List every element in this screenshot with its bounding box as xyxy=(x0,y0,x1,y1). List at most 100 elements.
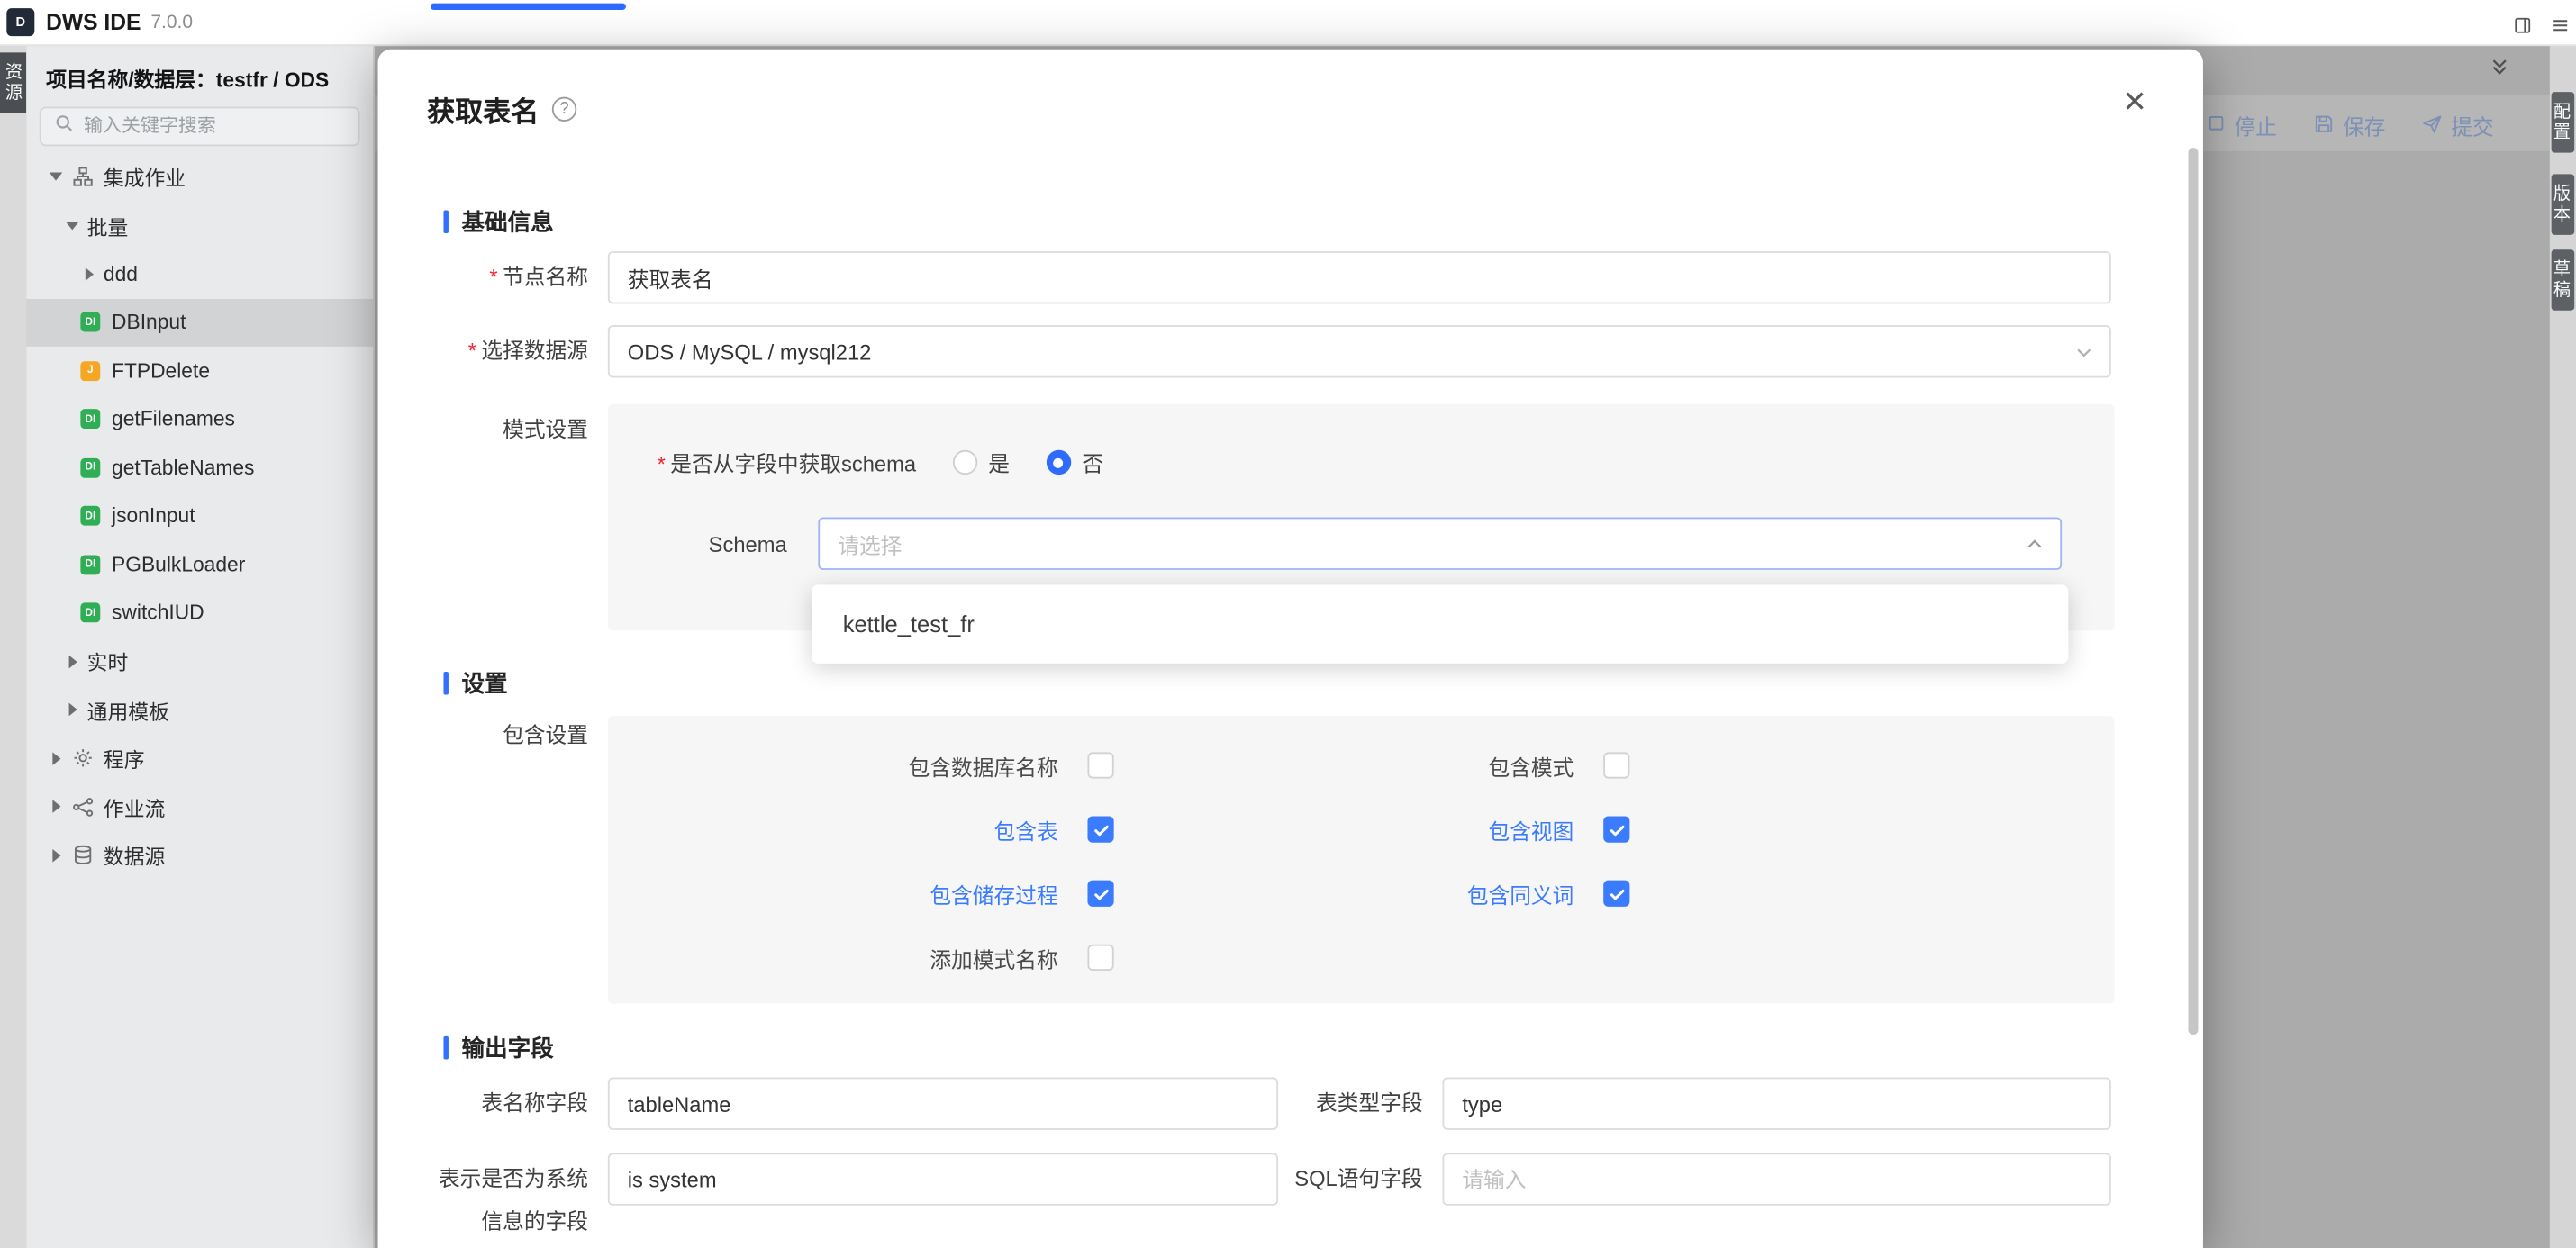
schema-radio-yes[interactable]: 是 xyxy=(952,447,1010,478)
include-row-1: 包含数据库名称 包含模式 xyxy=(608,746,2115,785)
tree-item-pgbulkloader[interactable]: DI PGBulkLoader xyxy=(26,540,373,589)
chevron-right-icon[interactable] xyxy=(64,655,80,668)
schema-row: Schema 请选择 xyxy=(608,518,2115,570)
checkbox-include-procedures[interactable] xyxy=(1087,881,1113,907)
section-title: 输出字段 xyxy=(462,1031,554,1063)
tree-item-common-template[interactable]: 通用模板 xyxy=(26,686,373,735)
checkbox-add-schema-name[interactable] xyxy=(1087,945,1113,971)
help-icon[interactable]: ? xyxy=(552,97,576,122)
chevron-up-icon xyxy=(2024,534,2045,564)
checkbox-include-tables[interactable] xyxy=(1087,817,1113,843)
schema-radio-no[interactable]: 否 xyxy=(1046,447,1103,478)
right-tab-config[interactable]: 配置 xyxy=(2552,92,2575,152)
get-table-name-dialog: 获取表名 ? ✕ 基础信息 节点名称 选择数据源 ODS / MySQL / m… xyxy=(378,50,2203,1248)
include-settings-row: 包含设置 包含数据库名称 包含模式 包含表 包含视图 包含储存过程 xyxy=(378,696,2203,1003)
checkbox-include-views[interactable] xyxy=(1603,817,1629,843)
tree-item-label: PGBulkLoader xyxy=(112,553,245,576)
tree-item-integration-jobs[interactable]: 集成作业 xyxy=(26,153,373,202)
double-chevron-down-icon[interactable] xyxy=(2489,56,2510,86)
schema-dropdown: kettle_test_fr xyxy=(812,584,2068,664)
section-bar xyxy=(443,1036,448,1060)
is-system-input[interactable] xyxy=(608,1153,1278,1205)
search-input[interactable] xyxy=(84,117,331,137)
tree-item-program[interactable]: 程序 xyxy=(26,734,373,782)
sql-field-input[interactable] xyxy=(1442,1153,2110,1205)
stop-button[interactable]: 停止 xyxy=(2207,110,2277,141)
step-badge-icon: DI xyxy=(80,603,100,623)
checkbox-label: 包含视图 xyxy=(1114,814,1574,846)
dialog-title: 获取表名 xyxy=(427,88,539,130)
schema-from-field-label: 是否从字段中获取schema xyxy=(670,452,916,476)
save-label: 保存 xyxy=(2343,110,2385,141)
schema-dropdown-option[interactable]: kettle_test_fr xyxy=(843,611,975,638)
chevron-right-icon[interactable] xyxy=(80,267,96,281)
sidebar-search[interactable] xyxy=(40,107,360,147)
chevron-right-icon[interactable] xyxy=(48,800,64,814)
schema-from-field-row: 是否从字段中获取schema 是 否 xyxy=(608,404,2115,478)
gear-icon xyxy=(70,746,94,770)
workflow-icon xyxy=(70,795,94,818)
datasource-select[interactable]: ODS / MySQL / mysql212 xyxy=(608,325,2111,377)
chevron-down-icon[interactable] xyxy=(48,173,64,181)
tree-item-getfilenames[interactable]: DI getFilenames xyxy=(26,395,373,444)
tree-item-label: 集成作业 xyxy=(104,161,186,193)
app-title: DWS IDE xyxy=(46,10,141,34)
tree-item-dbinput[interactable]: DI DBInput xyxy=(26,298,373,347)
menu-icon[interactable] xyxy=(2552,14,2570,43)
search-icon xyxy=(54,112,74,141)
active-tab-indicator xyxy=(431,4,626,10)
radio-unselected-icon[interactable] xyxy=(952,450,976,475)
table-name-input[interactable] xyxy=(608,1078,1278,1130)
mode-settings-label: 模式设置 xyxy=(503,417,588,441)
datasource-value: ODS / MySQL / mysql212 xyxy=(628,339,872,364)
checkbox-include-schema[interactable] xyxy=(1603,752,1629,778)
tree-item-label: 程序 xyxy=(104,743,145,774)
section-output-fields: 输出字段 xyxy=(443,1035,2202,1061)
right-tab-version[interactable]: 版本 xyxy=(2552,174,2575,234)
dialog-title-row: 获取表名 ? xyxy=(378,50,2203,130)
submit-button[interactable]: 提交 xyxy=(2422,110,2494,141)
radio-selected-icon[interactable] xyxy=(1046,450,1070,475)
chevron-right-icon[interactable] xyxy=(48,752,64,765)
checkbox-label: 包含模式 xyxy=(1114,750,1574,782)
tree-item-label: 作业流 xyxy=(104,791,165,823)
tree-item-label: 通用模板 xyxy=(87,694,169,726)
tree-item-ddd[interactable]: ddd xyxy=(26,249,373,298)
save-button[interactable]: 保存 xyxy=(2313,110,2385,141)
panel-layout-icon[interactable] xyxy=(2514,14,2532,43)
chevron-right-icon[interactable] xyxy=(48,849,64,863)
tree-item-workflow[interactable]: 作业流 xyxy=(26,782,373,831)
tree-item-label: jsonInput xyxy=(112,504,195,528)
tree-item-ftpdelete[interactable]: J FTPDelete xyxy=(26,347,373,395)
tree-item-datasource[interactable]: 数据源 xyxy=(26,831,373,880)
tree-item-realtime[interactable]: 实时 xyxy=(26,638,373,686)
checkbox-label: 包含数据库名称 xyxy=(608,750,1058,782)
checkbox-label: 添加模式名称 xyxy=(608,942,1058,973)
tree-item-gettablenames[interactable]: DI getTableNames xyxy=(26,443,373,492)
modal-scrollbar[interactable] xyxy=(2189,148,2199,1035)
tree-item-label: 实时 xyxy=(87,646,129,677)
checkbox-include-database-name[interactable] xyxy=(1087,752,1113,778)
is-system-field-label-line1: 表示是否为系统 xyxy=(378,1153,588,1195)
tree-item-label: 批量 xyxy=(87,210,129,241)
node-name-input[interactable] xyxy=(608,251,2111,303)
save-icon xyxy=(2313,113,2335,139)
checkbox-include-synonyms[interactable] xyxy=(1603,881,1629,907)
tree-item-jsoninput[interactable]: DI jsonInput xyxy=(26,492,373,540)
step-badge-icon: DI xyxy=(80,457,100,477)
close-icon[interactable]: ✕ xyxy=(2122,86,2147,118)
schema-label: Schema xyxy=(658,531,787,556)
schema-select[interactable]: 请选择 xyxy=(818,518,2062,570)
tree-item-batch[interactable]: 批量 xyxy=(26,201,373,249)
section-bar xyxy=(443,210,448,233)
right-tab-draft[interactable]: 草稿 xyxy=(2552,249,2575,310)
tree-item-switchiud[interactable]: DI switchIUD xyxy=(26,589,373,638)
include-row-4: 添加模式名称 xyxy=(608,937,2115,977)
step-badge-icon: DI xyxy=(80,410,100,430)
tree-item-label: 数据源 xyxy=(104,840,165,872)
chevron-down-icon xyxy=(2073,341,2095,367)
chevron-down-icon[interactable] xyxy=(64,222,80,230)
activity-tab-resources[interactable]: 资源 xyxy=(0,52,26,113)
table-type-input[interactable] xyxy=(1442,1078,2110,1130)
chevron-right-icon[interactable] xyxy=(64,703,80,717)
